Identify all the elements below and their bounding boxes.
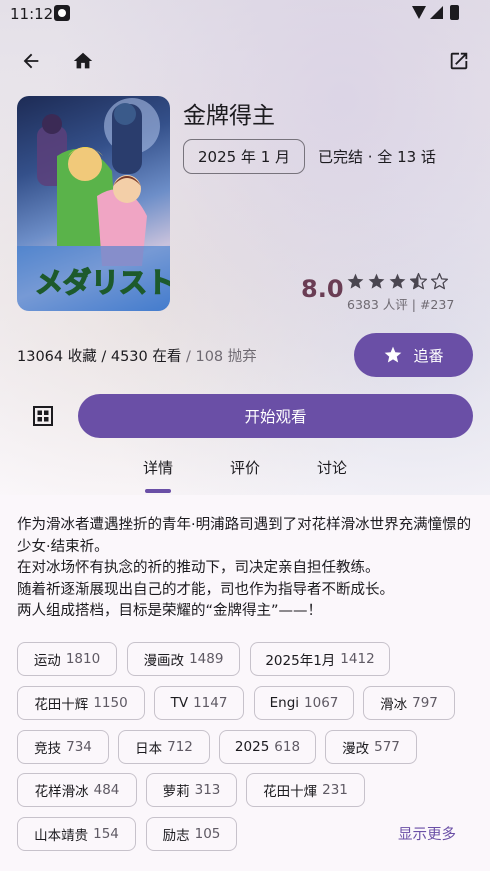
rating-stars — [346, 272, 449, 291]
stats-dropped: / 108 抛弃 — [181, 349, 257, 365]
show-more-link[interactable]: 显示更多 — [398, 823, 456, 844]
tag-chip[interactable]: 励志 105 — [146, 817, 237, 851]
tag-chip[interactable]: 2025 618 — [219, 730, 316, 764]
follow-label: 追番 — [413, 346, 444, 365]
tag-name: Engi — [269, 695, 300, 711]
summary-text: 作为滑冰者遭遇挫折的青年·明浦路司遇到了对花样滑冰世界充满憧憬的少女·结束祈。 … — [17, 517, 472, 619]
tag-count: 231 — [322, 782, 348, 798]
score-value: 8.0 — [301, 275, 344, 303]
tag-name: 运动 — [33, 653, 61, 669]
status-bar: 11:12 — [0, 0, 490, 28]
svg-text:メダリスト: メダリスト — [35, 266, 170, 299]
tag-name: 日本 — [135, 741, 163, 757]
tag-count: 1810 — [65, 651, 101, 667]
episodes-grid-button[interactable] — [23, 396, 63, 436]
open-external-button[interactable] — [439, 41, 479, 81]
tag-name: 萝莉 — [162, 784, 190, 800]
tag-name: 花田十辉 — [34, 697, 89, 713]
back-button[interactable] — [11, 41, 51, 81]
tab-details[interactable]: 详情 — [143, 457, 173, 478]
signal-icon — [430, 6, 443, 19]
tag-name: 漫画改 — [143, 653, 185, 669]
tab-discussion[interactable]: 讨论 — [317, 457, 347, 478]
grid-icon — [33, 406, 53, 426]
tag-name: 竞技 — [34, 741, 62, 757]
tag-chip[interactable]: 萝莉 313 — [146, 773, 237, 807]
wifi-icon — [412, 6, 426, 19]
tag-chip[interactable]: 日本 712 — [118, 730, 210, 764]
tag-count: 1067 — [304, 695, 339, 711]
tag-chip[interactable]: Engi 1067 — [254, 686, 354, 720]
poster-image[interactable]: メダリスト — [17, 96, 170, 311]
star-icon — [347, 273, 364, 289]
tag-name: 2025 — [234, 739, 270, 755]
stats-main: 13064 收藏 / 4530 在看 — [17, 349, 182, 365]
status-time: 11:12 — [10, 5, 54, 23]
airing-status: 已完结 · 全 13 话 — [318, 148, 436, 166]
tag-name: 励志 — [162, 828, 190, 844]
collection-stats: 13064 收藏 / 4530 在看 / 108 抛弃 — [17, 345, 257, 366]
tag-name: TV — [170, 695, 189, 711]
tag-count: 154 — [93, 826, 119, 842]
tag-count: 1412 — [340, 651, 375, 667]
tag-count: 1489 — [189, 651, 224, 667]
star-half-icon — [409, 272, 428, 290]
tag-name: 漫改 — [342, 741, 370, 757]
tag-chip[interactable]: 滑冰 797 — [363, 686, 455, 720]
star-icon — [385, 346, 402, 363]
tag-count: 1150 — [93, 695, 128, 711]
tag-count: 618 — [274, 739, 301, 755]
tag-chip[interactable]: 漫改 577 — [325, 730, 417, 764]
tag-count: 1147 — [193, 695, 228, 711]
tag-count: 484 — [93, 782, 120, 798]
back-arrow-icon — [23, 53, 39, 69]
tab-reviews[interactable]: 评价 — [230, 457, 260, 478]
air-date-chip[interactable]: 2025 年 1 月 — [183, 139, 305, 174]
star-empty-icon — [430, 272, 449, 290]
start-watching-button[interactable]: 开始观看 — [78, 394, 473, 438]
tag-count: 797 — [412, 695, 438, 711]
open-external-icon — [450, 52, 468, 70]
tag-chip[interactable]: 竞技 734 — [17, 730, 109, 764]
tag-chip[interactable]: 花田十煇 231 — [246, 773, 365, 807]
follow-button[interactable]: 追番 — [354, 333, 473, 377]
tag-count: 734 — [66, 739, 92, 755]
rating-meta: 6383 人评 | #237 — [347, 297, 455, 312]
battery-icon — [450, 5, 459, 20]
tag-chip[interactable]: 花田十辉 1150 — [17, 686, 145, 720]
tag-chip[interactable]: 漫画改 1489 — [127, 642, 240, 676]
tag-chip[interactable]: 运动 1810 — [17, 642, 117, 676]
tag-count: 577 — [374, 739, 400, 755]
tag-chip[interactable]: 2025年1月 1412 — [250, 642, 390, 676]
tag-count: 712 — [167, 739, 193, 755]
tag-name: 花样滑冰 — [34, 784, 89, 800]
tag-chip[interactable]: TV 1147 — [154, 686, 244, 720]
tag-count: 105 — [194, 826, 221, 842]
anime-title: 金牌得主 — [183, 103, 275, 129]
tag-name: 花田十煇 — [263, 784, 318, 800]
tag-name: 山本靖贵 — [34, 828, 89, 844]
star-icon — [368, 273, 385, 289]
tag-name: 2025年1月 — [265, 653, 336, 669]
tag-chip[interactable]: 花样滑冰 484 — [17, 773, 137, 807]
tag-count: 313 — [194, 782, 221, 798]
poster-artwork: メダリスト — [17, 98, 170, 311]
tag-chip[interactable]: 山本靖贵 154 — [17, 817, 136, 851]
notification-app-icon — [54, 5, 70, 21]
home-button[interactable] — [63, 41, 103, 81]
star-icon — [389, 273, 406, 289]
tab-indicator — [145, 489, 171, 493]
tag-name: 滑冰 — [380, 697, 408, 713]
home-icon — [73, 52, 93, 69]
